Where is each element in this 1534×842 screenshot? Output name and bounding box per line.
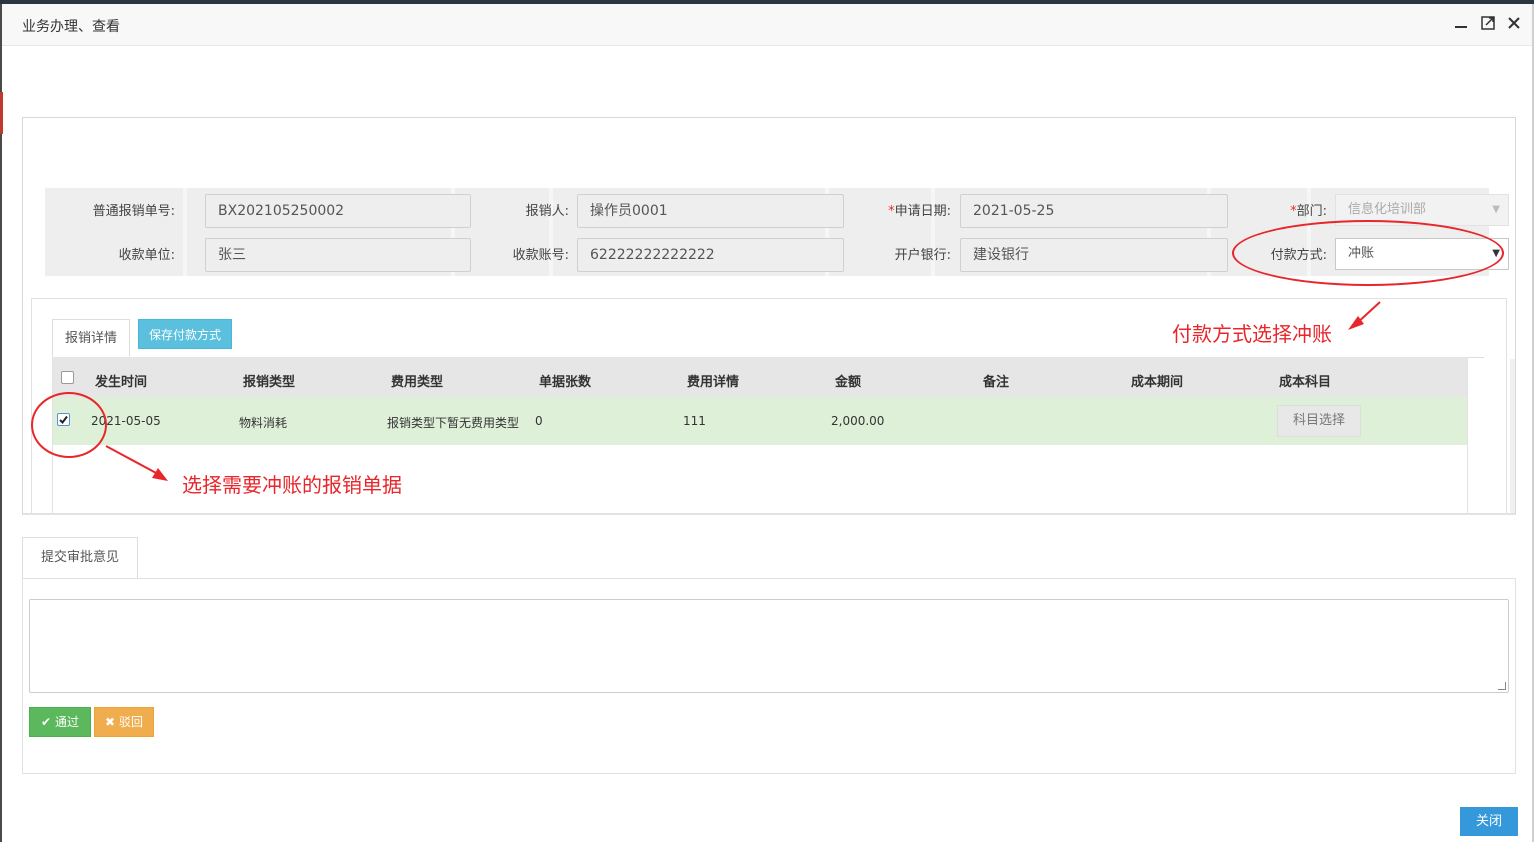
payee-field[interactable]: 张三 [205,238,471,272]
col-header: 费用详情 [687,375,740,390]
close-button[interactable]: 关闭 [1460,807,1518,836]
dialog-titlebar: 业务办理、查看 [2,4,1532,46]
tab-reimbursement-detail[interactable]: 报销详情 [52,319,130,357]
dept-label-text: 部门: [1296,204,1327,219]
approval-opinion-textarea[interactable] [29,599,1509,693]
col-header: 报销类型 [243,375,296,390]
table-row[interactable]: 2021-05-05 物料消耗 报销类型下暂无费用类型 0 111 2,000.… [53,397,1467,445]
approve-button[interactable]: ✔ 通过 [29,707,91,737]
annotation-pay-method-note: 付款方式选择冲账 [1172,322,1332,346]
applicant-field[interactable]: 操作员0001 [577,194,844,228]
close-icon[interactable] [1505,16,1523,34]
select-all-checkbox[interactable] [61,371,74,384]
form-divider [183,188,187,276]
tab-approval-opinion[interactable]: 提交审批意见 [22,537,138,579]
save-pay-method-button[interactable]: 保存付款方式 [138,319,232,349]
table-scrollbar[interactable] [1510,359,1515,513]
dept-label: *部门: [1207,200,1327,219]
col-header: 成本期间 [1131,375,1184,390]
cell-amount: 2,000.00 [831,414,885,428]
cell-reimb-type: 物料消耗 [239,416,288,430]
order-no-label: 普通报销单号: [92,204,175,219]
account-field[interactable]: 62222222222222 [577,238,844,272]
maximize-icon[interactable] [1479,16,1497,34]
col-header: 备注 [983,375,1010,390]
reimbursement-panel: 普通报销单号: BX202105250002 报销人: 操作员0001 *申请日… [22,117,1516,515]
chevron-down-icon: ▼ [1492,204,1500,215]
annotation-ellipse-row-checkbox [31,392,107,458]
annotation-select-row-note: 选择需要冲账的报销单据 [182,473,402,497]
col-header: 发生时间 [95,375,148,390]
col-header: 费用类型 [391,375,444,390]
cell-fee-detail: 111 [683,414,706,428]
bank-label: 开户银行: [894,248,951,263]
order-no-field[interactable]: BX202105250002 [205,194,471,228]
cell-fee-type: 报销类型下暂无费用类型 [387,416,520,430]
col-header: 单据张数 [539,375,592,390]
account-label: 收款账号: [512,248,569,263]
minimize-icon[interactable] [1452,16,1470,34]
x-icon: ✖ [105,715,116,729]
payee-label: 收款单位: [118,248,175,263]
check-icon: ✔ [41,715,52,729]
table-header: 发生时间 报销类型 费用类型 单据张数 费用详情 金额 备注 成本期间 成本科目 [53,357,1467,397]
dept-select-value: 信息化培训部 [1348,202,1427,217]
apply-date-field[interactable]: 2021-05-25 [960,194,1228,228]
annotation-ellipse-pay-method [1232,220,1504,286]
reject-button[interactable]: ✖ 驳回 [94,707,154,737]
subject-select-button[interactable]: 科目选择 [1277,405,1361,437]
cell-doc-count: 0 [535,414,543,428]
bank-field[interactable]: 建设银行 [960,238,1228,272]
apply-date-label-text: 申请日期: [894,204,951,219]
reject-label: 驳回 [118,715,143,729]
approve-label: 通过 [54,715,79,729]
dialog-title: 业务办理、查看 [22,19,120,35]
col-header: 金额 [835,375,862,390]
left-accent-mark [0,92,3,134]
approval-panel: ✔ 通过 ✖ 驳回 [22,578,1516,774]
resize-grip-icon[interactable] [1498,682,1506,690]
col-header: 成本科目 [1279,375,1332,390]
applicant-label: 报销人: [525,204,569,219]
apply-date-label: *申请日期: [831,200,951,219]
